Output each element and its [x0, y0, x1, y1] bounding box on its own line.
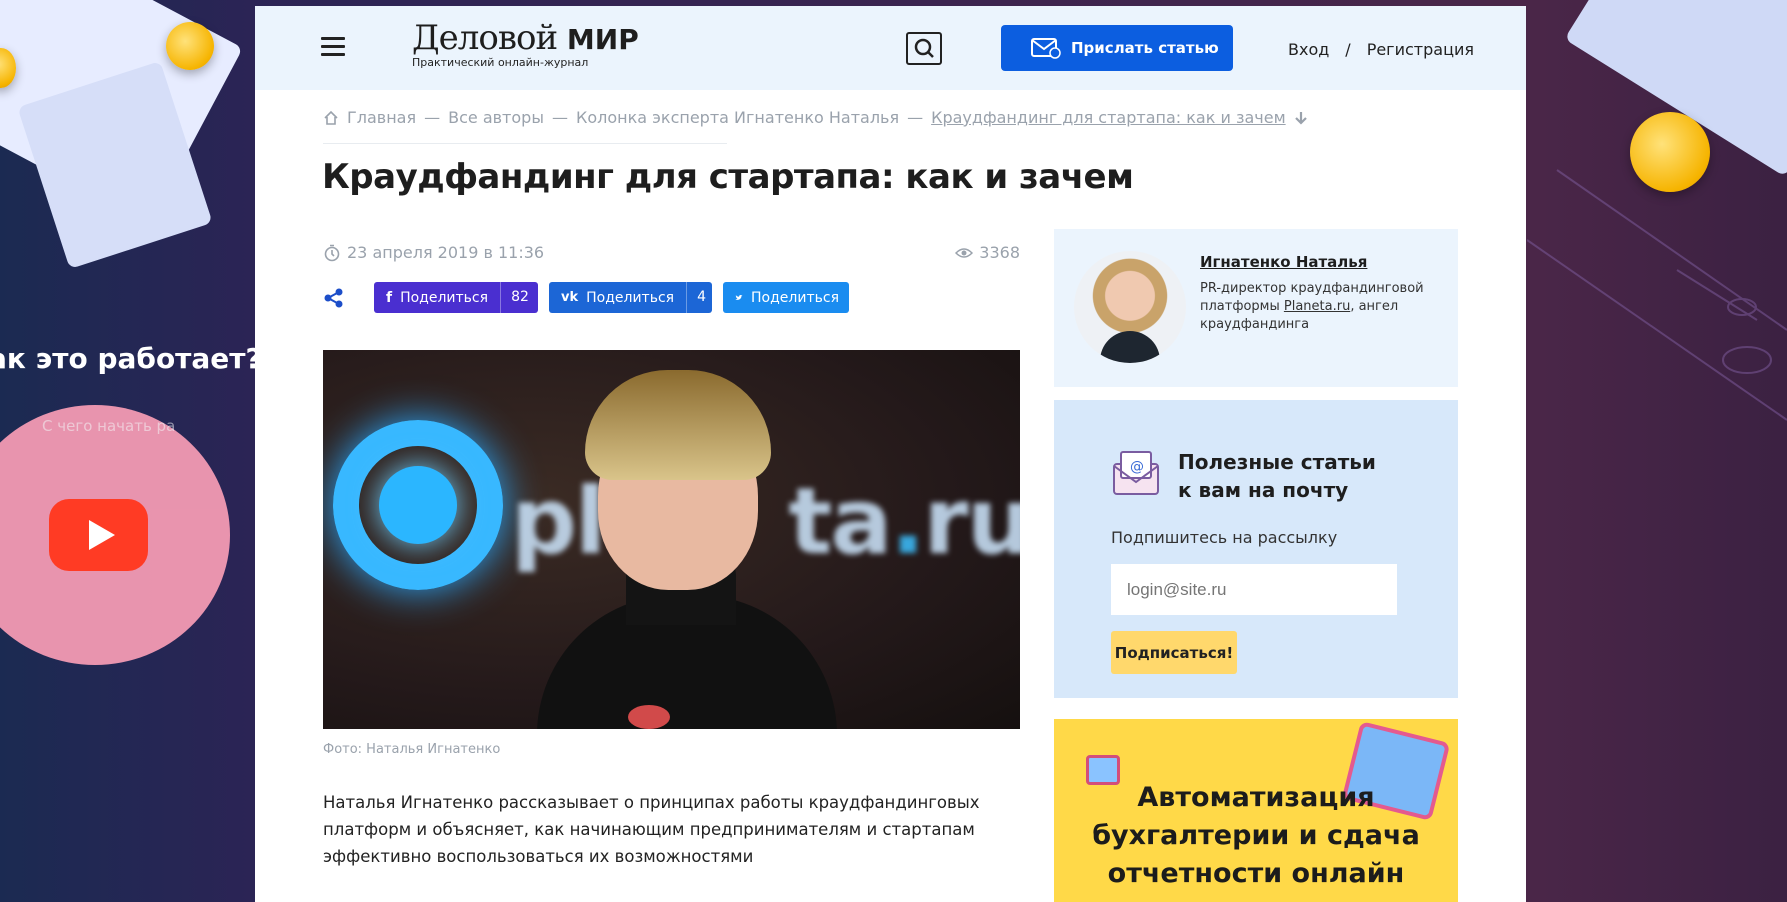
mail-at-icon: @: [1113, 451, 1159, 495]
author-card: Игнатенко Наталья PR-директор краудфанди…: [1054, 229, 1458, 387]
twitter-icon: [735, 295, 743, 300]
share-bar: f Поделиться 82 vk Поделиться 4 Поделить…: [323, 282, 849, 313]
background-left-promo: ак это работает? С чего начать ра: [0, 0, 255, 902]
article-meta: 23 апреля 2019 в 11:36 3368: [323, 243, 1020, 262]
subscribe-button[interactable]: Подписаться!: [1111, 631, 1237, 674]
planeta-link[interactable]: Planeta.ru: [1284, 299, 1350, 314]
ad-text: Автоматизация бухгалтерии и сдача отчетн…: [1092, 782, 1420, 889]
author-description: PR-директор краудфандинговой платформы P…: [1200, 281, 1424, 332]
home-icon[interactable]: [323, 110, 339, 126]
page-title: Краудфандинг для стартапа: как и зачем: [322, 157, 1134, 197]
coin-illustration: [166, 22, 214, 70]
arrow-down-icon: [1294, 111, 1307, 125]
breadcrumb: Главная — Все авторы — Колонка эксперта …: [323, 108, 1308, 127]
svg-text:@: @: [1130, 459, 1144, 475]
facebook-icon: f: [386, 289, 393, 306]
share-icon[interactable]: [323, 287, 345, 309]
facebook-share-count: 82: [500, 282, 539, 313]
breadcrumb-author-column[interactable]: Колонка эксперта Игнатенко Наталья: [576, 108, 899, 127]
youtube-play-icon[interactable]: [49, 499, 148, 571]
person-hair: [585, 370, 771, 480]
planeta-sign-text: planeta.ru: [511, 468, 1020, 575]
breadcrumb-authors[interactable]: Все авторы: [448, 108, 544, 127]
ad-banner[interactable]: Автоматизация бухгалтерии и сдача отчетн…: [1054, 719, 1458, 902]
breadcrumb-current[interactable]: Краудфандинг для стартапа: как и зачем: [931, 108, 1286, 127]
brooch: [628, 705, 670, 729]
article-date: 23 апреля 2019 в 11:36: [347, 243, 545, 262]
breadcrumb-separator: —: [424, 108, 441, 127]
avatar[interactable]: [1074, 251, 1186, 363]
promo-ghost-text: С чего начать ра: [42, 417, 176, 435]
newsletter-label: Подпишитесь на рассылку: [1111, 528, 1338, 547]
vk-share-count: 4: [686, 282, 716, 313]
newsletter-title: Полезные статьи к вам на почту: [1178, 450, 1376, 502]
vk-icon: vk: [561, 290, 579, 305]
vk-share-label: Поделиться: [586, 289, 675, 306]
breadcrumb-divider: [323, 143, 727, 144]
newsletter-card: @ Полезные статьи к вам на почту Подпиши…: [1054, 400, 1458, 698]
breadcrumb-separator: —: [551, 108, 568, 127]
article-area: Главная — Все авторы — Колонка эксперта …: [255, 6, 1526, 902]
breadcrumb-home[interactable]: Главная: [347, 108, 416, 127]
article-photo: planeta.ru: [323, 350, 1020, 729]
article-lead: Наталья Игнатенко рассказывает о принцип…: [323, 793, 980, 866]
vk-share-button[interactable]: vk Поделиться 4: [549, 282, 712, 313]
twitter-share-button[interactable]: Поделиться: [723, 282, 849, 313]
breadcrumb-separator: —: [907, 108, 924, 127]
twitter-share-label: Поделиться: [751, 289, 839, 306]
facebook-share-label: Поделиться: [400, 289, 489, 306]
stopwatch-icon: [324, 244, 340, 261]
promo-title: ак это работает?: [0, 342, 255, 375]
author-name-link[interactable]: Игнатенко Наталья: [1200, 253, 1367, 271]
coin-illustration: [1630, 112, 1710, 192]
photo-caption: Фото: Наталья Игнатенко: [323, 742, 501, 757]
email-field[interactable]: [1111, 564, 1397, 615]
planeta-logo-ring: [333, 420, 503, 590]
background-right-decor: [1527, 0, 1787, 902]
view-count: 3368: [979, 243, 1020, 262]
facebook-share-button[interactable]: f Поделиться 82: [374, 282, 538, 313]
eye-icon: [955, 247, 974, 258]
